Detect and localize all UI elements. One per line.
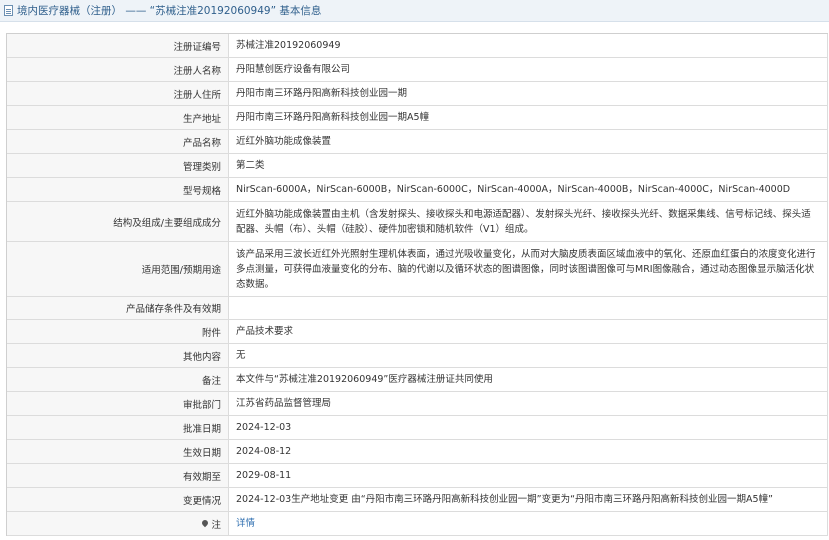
row-label: 注册人名称 [7,58,229,81]
row-label: 产品储存条件及有效期 [7,297,229,319]
table-row: 管理类别 第二类 [7,154,828,178]
table-row: 适用范围/预期用途 该产品采用三波长近红外光照射生理机体表面，通过光吸收量变化，… [7,242,828,297]
row-value: 丹阳市南三环路丹阳高新科技创业园一期 [229,82,828,105]
row-value: 丹阳慧创医疗设备有限公司 [229,58,828,81]
table-row: 产品名称 近红外脑功能成像装置 [7,130,828,154]
row-label: 管理类别 [7,154,229,177]
table-row: 其他内容 无 [7,344,828,368]
row-value: 近红外脑功能成像装置由主机（含发射探头、接收探头和电源适配器）、发射探头光纤、接… [229,202,828,241]
table-row: 型号规格 NirScan-6000A，NirScan-6000B，NirScan… [7,178,828,202]
row-label: 其他内容 [7,344,229,367]
row-label: 注册证编号 [7,34,229,57]
row-value: 2024-12-03生产地址变更 由“丹阳市南三环路丹阳高新科技创业园一期”变更… [229,488,828,511]
table-row: 注 详情 [7,512,828,536]
table-row: 生产地址 丹阳市南三环路丹阳高新科技创业园一期A5幢 [7,106,828,130]
footer-row-label: 注 [7,512,229,535]
table-row: 注册证编号 苏械注准20192060949 [7,34,828,58]
row-value: 该产品采用三波长近红外光照射生理机体表面，通过光吸收量变化，从而对大脑皮质表面区… [229,242,828,296]
row-value: 本文件与“苏械注准20192060949”医疗器械注册证共同使用 [229,368,828,391]
row-value: 第二类 [229,154,828,177]
table-row: 注册人名称 丹阳慧创医疗设备有限公司 [7,58,828,82]
table-row: 结构及组成/主要组成成分 近红外脑功能成像装置由主机（含发射探头、接收探头和电源… [7,202,828,242]
row-label: 变更情况 [7,488,229,511]
row-value: 2029-08-11 [229,464,828,487]
row-value: 苏械注准20192060949 [229,34,828,57]
row-value: 2024-12-03 [229,416,828,439]
row-value: NirScan-6000A，NirScan-6000B，NirScan-6000… [229,178,828,201]
table-row: 注册人住所 丹阳市南三环路丹阳高新科技创业园一期 [7,82,828,106]
table-row: 有效期至 2029-08-11 [7,464,828,488]
row-label: 审批部门 [7,392,229,415]
row-label: 备注 [7,368,229,391]
info-table: 注册证编号 苏械注准20192060949 注册人名称 丹阳慧创医疗设备有限公司… [6,33,828,536]
row-value [229,297,828,319]
page-title-bar: 境内医疗器械（注册） —— “苏械注准20192060949” 基本信息 [0,0,829,22]
row-label: 结构及组成/主要组成成分 [7,202,229,241]
table-row: 附件 产品技术要求 [7,320,828,344]
row-value: 2024-08-12 [229,440,828,463]
note-label: 注 [211,519,221,531]
row-label: 生效日期 [7,440,229,463]
document-icon [4,5,13,16]
page-title: 境内医疗器械（注册） —— “苏械注准20192060949” 基本信息 [17,5,322,17]
footer-row-value: 详情 [229,512,828,535]
row-value: 江苏省药品监督管理局 [229,392,828,415]
row-label: 批准日期 [7,416,229,439]
details-link[interactable]: 详情 [236,516,255,531]
row-value: 近红外脑功能成像装置 [229,130,828,153]
row-label: 适用范围/预期用途 [7,242,229,296]
table-row: 备注 本文件与“苏械注准20192060949”医疗器械注册证共同使用 [7,368,828,392]
pin-icon [201,518,210,527]
row-label: 附件 [7,320,229,343]
row-value: 产品技术要求 [229,320,828,343]
table-row: 变更情况 2024-12-03生产地址变更 由“丹阳市南三环路丹阳高新科技创业园… [7,488,828,512]
table-row: 产品储存条件及有效期 [7,297,828,320]
row-label: 注册人住所 [7,82,229,105]
row-label: 生产地址 [7,106,229,129]
row-label: 产品名称 [7,130,229,153]
row-value: 无 [229,344,828,367]
table-row: 批准日期 2024-12-03 [7,416,828,440]
table-row: 生效日期 2024-08-12 [7,440,828,464]
table-row: 审批部门 江苏省药品监督管理局 [7,392,828,416]
row-label: 有效期至 [7,464,229,487]
row-label: 型号规格 [7,178,229,201]
row-value: 丹阳市南三环路丹阳高新科技创业园一期A5幢 [229,106,828,129]
